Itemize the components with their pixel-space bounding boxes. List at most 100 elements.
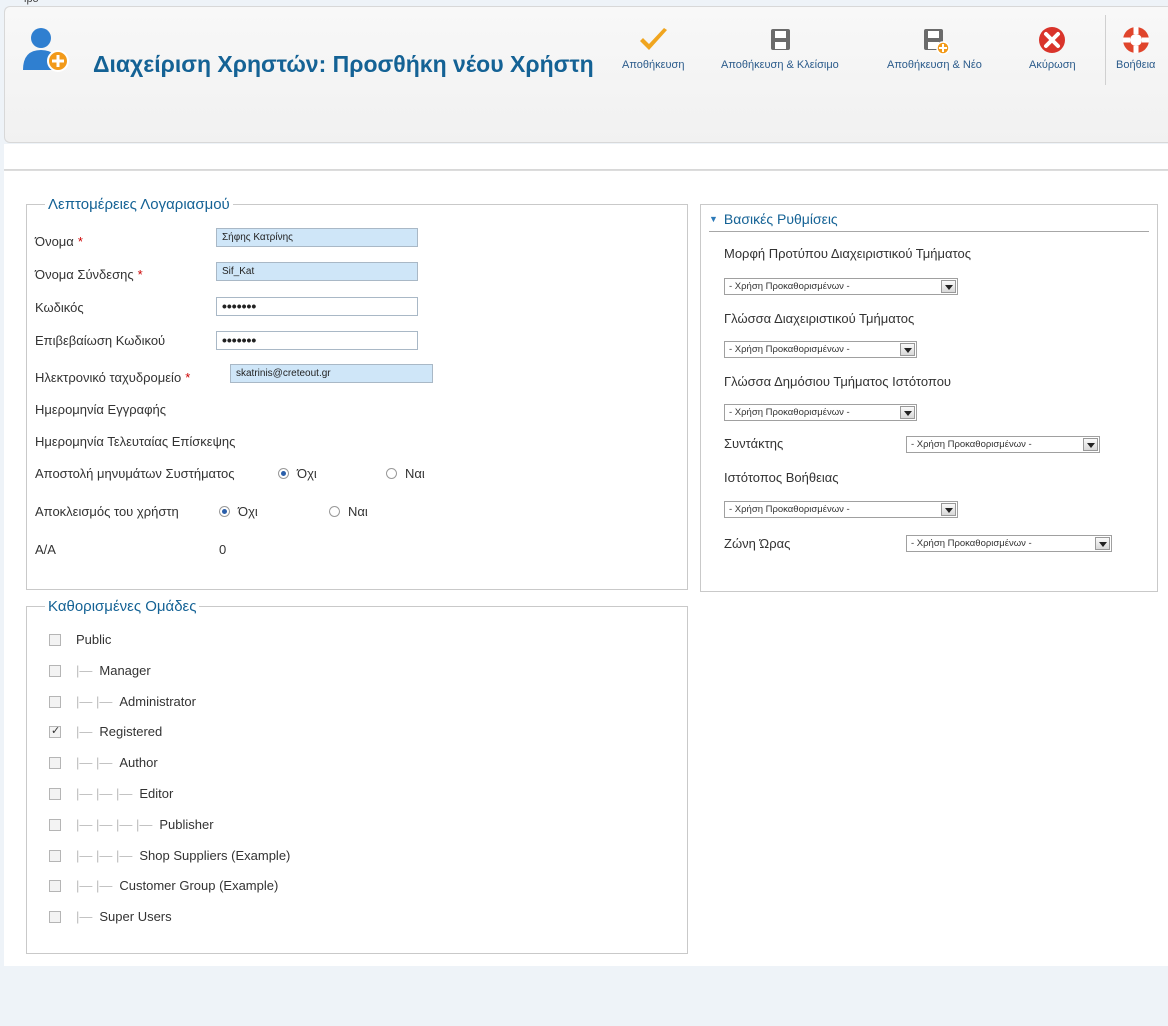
dropdown-arrow-icon — [941, 503, 956, 516]
radio-unselected[interactable] — [386, 468, 397, 479]
lifebuoy-icon — [1122, 27, 1149, 53]
block-user-no-option[interactable]: Όχι — [219, 504, 258, 519]
site-language-select[interactable]: - Χρήση Προκαθορισμένων - — [724, 404, 917, 421]
group-item: |— Manager — [76, 663, 151, 678]
admin-language-select[interactable]: - Χρήση Προκαθορισμένων - — [724, 341, 917, 358]
admin-language-label: Γλώσσα Διαχειριστικού Τμήματος — [724, 311, 915, 326]
group-checkbox[interactable] — [49, 880, 61, 893]
group-checkbox[interactable] — [49, 757, 61, 770]
tree-indent: |— — [76, 724, 93, 740]
message-bar — [4, 144, 1168, 170]
email-label-text: Ηλεκτρονικό ταχυδρομείο — [35, 370, 182, 385]
block-user-label: Αποκλεισμός του χρήστη — [35, 504, 179, 519]
radio-unselected[interactable] — [329, 506, 340, 517]
group-item: |— |— |— Editor — [76, 786, 173, 801]
group-checkbox[interactable] — [49, 788, 61, 800]
radio-selected[interactable] — [278, 468, 289, 479]
group-checkbox[interactable] — [49, 664, 61, 677]
site-language-value: - Χρήση Προκαθορισμένων - — [729, 407, 850, 418]
no-label: Όχι — [297, 466, 317, 481]
basic-settings-panel: ▼ Βασικές Ρυθμίσεις — [700, 204, 1158, 592]
system-email-label: Αποστολή μηνυμάτων Συστήματος — [35, 466, 235, 481]
name-label-text: Όνομα — [35, 234, 74, 249]
system-email-no-option[interactable]: Όχι — [278, 466, 317, 481]
id-value: 0 — [219, 542, 227, 557]
email-input[interactable] — [230, 364, 433, 383]
basic-settings-header[interactable]: ▼ Βασικές Ρυθμίσεις — [709, 211, 1149, 232]
help-button[interactable]: Βοήθεια — [1116, 25, 1155, 71]
admin-template-value: - Χρήση Προκαθορισμένων - — [729, 281, 850, 292]
cancel-label: Ακύρωση — [1029, 59, 1076, 71]
cancel-button[interactable]: Ακύρωση — [1029, 25, 1076, 71]
group-checkbox[interactable] — [49, 695, 61, 708]
help-site-label: Ιστότοπος Βοήθειας — [724, 470, 839, 485]
account-details-fieldset: Λεπτομέρειες Λογαριασμού — [26, 196, 688, 590]
tree-indent: |— |— |— — [76, 847, 133, 863]
yes-label: Ναι — [405, 466, 425, 481]
basic-settings-title: Βασικές Ρυθμίσεις — [723, 211, 838, 227]
group-item: |— Registered — [76, 724, 162, 739]
last-visit-label: Ημερομηνία Τελευταίας Επίσκεψης — [35, 434, 236, 449]
group-label: Administrator — [119, 693, 196, 709]
password-label: Κωδικός — [35, 300, 84, 315]
save-new-button[interactable]: Αποθήκευση & Νέο — [887, 25, 982, 71]
save-label: Αποθήκευση — [622, 59, 685, 71]
group-item: |— Super Users — [76, 909, 172, 924]
username-input[interactable] — [216, 262, 418, 281]
group-item: |— |— Administrator — [76, 694, 196, 709]
timezone-label: Ζώνη Ώρας — [724, 536, 791, 551]
site-language-label: Γλώσσα Δημόσιου Τμήματος Ιστότοπου — [724, 374, 952, 389]
dropdown-arrow-icon — [941, 280, 956, 293]
group-checkbox[interactable] — [49, 634, 61, 646]
save-close-button[interactable]: Αποθήκευση & Κλείσιμο — [721, 25, 839, 71]
save-button[interactable]: Αποθήκευση — [622, 25, 684, 71]
group-item: Public — [76, 632, 111, 647]
admin-template-select[interactable]: - Χρήση Προκαθορισμένων - — [724, 278, 958, 295]
id-label: Α/Α — [35, 542, 56, 557]
required-mark: * — [137, 267, 143, 282]
group-checkbox[interactable] — [49, 911, 61, 924]
tree-indent: |— — [76, 662, 93, 678]
checkmark-icon — [640, 28, 668, 50]
group-item: |— |— Author — [76, 755, 158, 770]
dropdown-arrow-icon — [1083, 438, 1098, 451]
cancel-icon — [1039, 27, 1066, 53]
required-mark: * — [185, 370, 191, 385]
help-site-value: - Χρήση Προκαθορισμένων - — [729, 504, 850, 515]
confirm-password-input[interactable] — [216, 331, 418, 350]
group-label: Public — [76, 632, 112, 647]
toolbar-header: Διαχείριση Χρηστών: Προσθήκη νέου Χρήστη… — [4, 6, 1168, 143]
name-input[interactable] — [216, 228, 418, 247]
group-item: |— |— |— Shop Suppliers (Example) — [76, 848, 290, 863]
add-user-icon — [23, 28, 69, 72]
group-item: |— |— Customer Group (Example) — [76, 878, 278, 893]
system-email-yes-option[interactable]: Ναι — [386, 466, 425, 481]
block-user-yes-option[interactable]: Ναι — [329, 504, 368, 519]
password-input[interactable] — [216, 297, 418, 316]
editor-value: - Χρήση Προκαθορισμένων - — [911, 439, 1032, 450]
group-checkbox[interactable] — [49, 818, 61, 831]
group-label: Manager — [99, 662, 151, 678]
save-new-label: Αποθήκευση & Νέο — [887, 59, 982, 71]
radio-selected[interactable] — [219, 506, 230, 517]
required-mark: * — [77, 234, 83, 249]
toolbar-separator — [1105, 15, 1106, 85]
help-site-select[interactable]: - Χρήση Προκαθορισμένων - — [724, 501, 958, 518]
admin-language-value: - Χρήση Προκαθορισμένων - — [729, 344, 850, 355]
group-label: Shop Suppliers (Example) — [139, 847, 291, 863]
username-label: Όνομα Σύνδεσης * — [35, 267, 143, 282]
editor-select[interactable]: - Χρήση Προκαθορισμένων - — [906, 436, 1100, 453]
group-checkbox[interactable] — [49, 849, 61, 862]
timezone-select[interactable]: - Χρήση Προκαθορισμένων - — [906, 535, 1112, 552]
tree-indent: |— |— — [76, 878, 113, 894]
group-label: Customer Group (Example) — [119, 878, 279, 894]
account-details-legend: Λεπτομέρειες Λογαριασμού — [48, 196, 230, 213]
group-checkbox[interactable] — [49, 724, 61, 739]
group-label: Editor — [139, 786, 174, 801]
group-label: Registered — [99, 724, 163, 740]
name-label: Όνομα * — [35, 234, 83, 249]
register-date-label: Ημερομηνία Εγγραφής — [35, 402, 167, 417]
confirm-password-label: Επιβεβαίωση Κωδικού — [35, 333, 166, 348]
email-label: Ηλεκτρονικό ταχυδρομείο * — [35, 370, 190, 385]
group-label: Super Users — [99, 909, 172, 925]
